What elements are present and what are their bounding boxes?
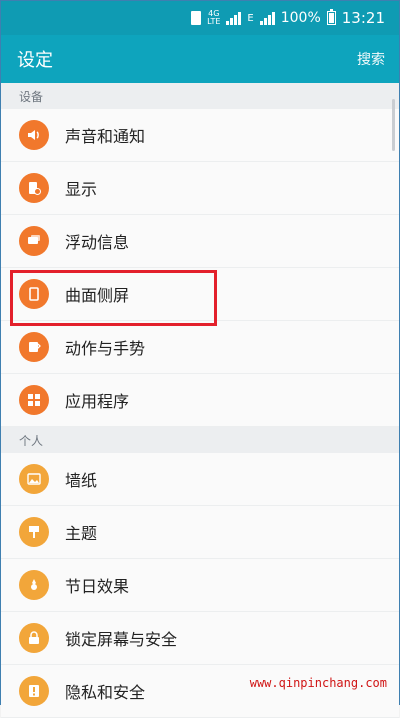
network-type: 4G LTE bbox=[207, 9, 221, 26]
settings-list[interactable]: 设备 声音和通知 显示 浮动信息 曲面侧屏 动作与手势 应用程序 个人 墙纸 主… bbox=[1, 83, 399, 718]
lock-icon bbox=[19, 623, 49, 653]
signal-bars-icon bbox=[226, 11, 242, 25]
battery-icon bbox=[326, 9, 336, 25]
app-bar: 设定 搜索 bbox=[1, 35, 399, 83]
apps-icon bbox=[19, 385, 49, 415]
status-bar: 4G LTE E 100% 13:21 bbox=[1, 1, 399, 35]
wallpaper-icon bbox=[19, 464, 49, 494]
battery-percent: 100% bbox=[280, 10, 321, 26]
gesture-icon bbox=[19, 332, 49, 362]
settings-item-lock-screen-security[interactable]: 锁定屏幕与安全 bbox=[1, 612, 399, 665]
settings-item-label: 墙纸 bbox=[65, 471, 98, 490]
search-button[interactable]: 搜索 bbox=[357, 49, 385, 69]
display-icon bbox=[19, 173, 49, 203]
settings-item-label: 曲面侧屏 bbox=[65, 286, 130, 305]
section-header-device: 设备 bbox=[1, 83, 399, 109]
settings-item-festival-effect[interactable]: 节日效果 bbox=[1, 559, 399, 612]
settings-item-sound[interactable]: 声音和通知 bbox=[1, 109, 399, 162]
settings-item-wallpaper[interactable]: 墙纸 bbox=[1, 453, 399, 506]
settings-item-label: 声音和通知 bbox=[65, 127, 146, 146]
settings-item-label: 锁定屏幕与安全 bbox=[65, 630, 178, 649]
settings-item-motions-gestures[interactable]: 动作与手势 bbox=[1, 321, 399, 374]
sim-icon bbox=[191, 11, 202, 25]
settings-item-label: 浮动信息 bbox=[65, 233, 130, 252]
settings-item-label: 显示 bbox=[65, 180, 98, 199]
status-icons: 4G LTE E bbox=[191, 10, 275, 26]
signal-label: E bbox=[247, 12, 254, 24]
edge-screen-icon bbox=[19, 279, 49, 309]
theme-icon bbox=[19, 517, 49, 547]
privacy-icon bbox=[19, 676, 49, 706]
settings-item-edge-screen[interactable]: 曲面侧屏 bbox=[1, 268, 399, 321]
settings-item-label: 动作与手势 bbox=[65, 339, 146, 358]
settings-item-themes[interactable]: 主题 bbox=[1, 506, 399, 559]
speaker-icon bbox=[19, 120, 49, 150]
settings-item-applications[interactable]: 应用程序 bbox=[1, 374, 399, 427]
settings-item-floating-messages[interactable]: 浮动信息 bbox=[1, 215, 399, 268]
settings-item-privacy-safety[interactable]: 隐私和安全 bbox=[1, 665, 399, 718]
settings-item-display[interactable]: 显示 bbox=[1, 162, 399, 215]
signal-bars-icon-2 bbox=[259, 11, 275, 25]
festival-icon bbox=[19, 570, 49, 600]
settings-item-label: 主题 bbox=[65, 524, 98, 543]
page-title: 设定 bbox=[17, 50, 53, 71]
settings-item-label: 隐私和安全 bbox=[65, 683, 146, 702]
scrollbar-thumb[interactable] bbox=[392, 99, 395, 151]
settings-item-label: 节日效果 bbox=[65, 577, 130, 596]
watermark: www.qinpinchang.com bbox=[249, 676, 387, 690]
chat-icon bbox=[19, 226, 49, 256]
settings-item-label: 应用程序 bbox=[65, 392, 130, 411]
clock: 13:21 bbox=[341, 9, 385, 27]
section-header-personal: 个人 bbox=[1, 427, 399, 453]
